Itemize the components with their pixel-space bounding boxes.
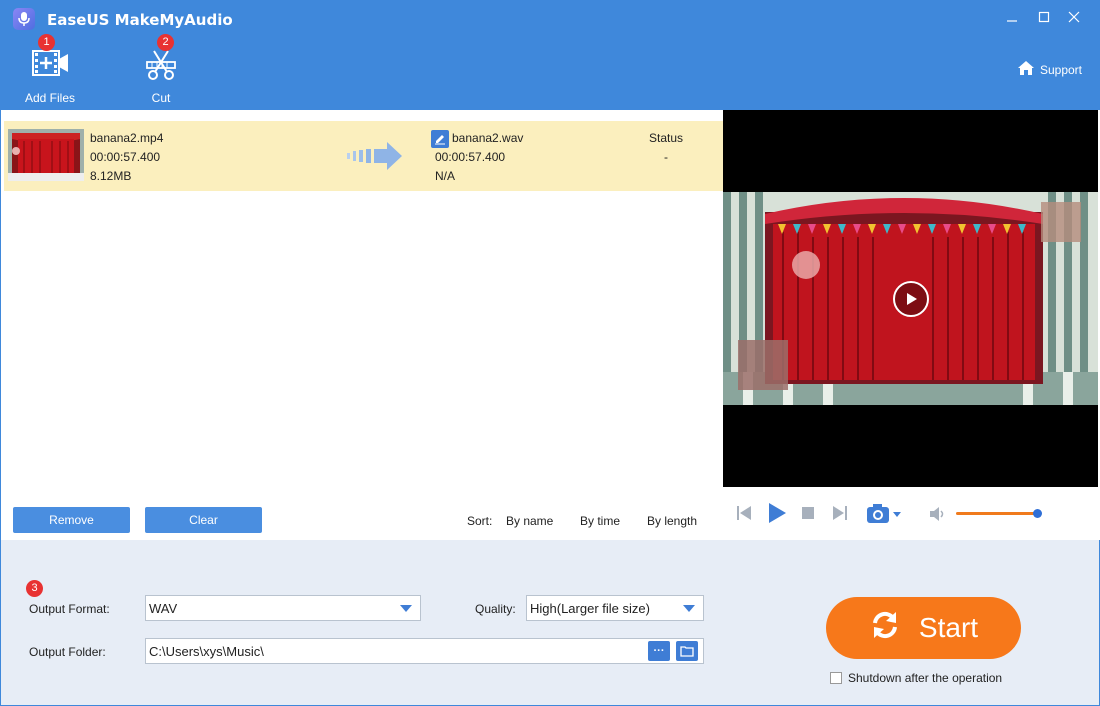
source-size: 8.12MB xyxy=(90,169,132,183)
browse-more-button[interactable]: ··· xyxy=(648,641,670,661)
source-file-info: banana2.mp4 00:00:57.400 8.12MB xyxy=(90,129,163,186)
sort-by-length[interactable]: By length xyxy=(647,514,697,528)
skip-forward-icon[interactable] xyxy=(832,504,848,525)
convert-arrow-icon xyxy=(347,141,403,174)
output-format-dropdown[interactable]: WAV xyxy=(145,595,421,621)
chevron-down-icon xyxy=(683,605,695,612)
close-icon[interactable] xyxy=(1060,4,1088,30)
play-overlay-button[interactable] xyxy=(893,281,929,317)
app-logo-icon xyxy=(13,8,35,30)
output-folder-field[interactable]: C:\Users\xys\Music\ ··· xyxy=(145,638,704,664)
rename-edit-icon[interactable] xyxy=(431,129,449,148)
sort-by-name[interactable]: By name xyxy=(506,514,553,528)
status-header: Status xyxy=(648,131,684,145)
volume-slider-handle[interactable] xyxy=(1033,509,1042,518)
refresh-icon xyxy=(869,609,901,648)
shutdown-option: Shutdown after the operation xyxy=(830,671,1002,685)
skip-back-icon[interactable] xyxy=(736,504,752,525)
quality-value: High(Larger file size) xyxy=(530,600,650,616)
output-file-info: banana2.wav 00:00:57.400 N/A xyxy=(431,129,524,186)
step-badge: 3 xyxy=(26,580,43,597)
volume-icon[interactable] xyxy=(929,506,947,525)
start-button[interactable]: Start xyxy=(826,597,1021,659)
video-thumbnail xyxy=(8,129,84,181)
chevron-down-icon xyxy=(400,605,412,612)
output-folder-value: C:\Users\xys\Music\ xyxy=(149,643,264,659)
file-list: banana2.mp4 00:00:57.400 8.12MB banana2.… xyxy=(0,110,723,540)
cut-button[interactable]: 2 Cut xyxy=(116,34,206,110)
output-format-label: Output Format: xyxy=(29,602,110,616)
step-badge: 1 xyxy=(38,34,55,51)
app-title: EaseUS MakeMyAudio xyxy=(47,11,233,29)
add-files-button[interactable]: 1 Add Files xyxy=(5,34,95,110)
shutdown-label: Shutdown after the operation xyxy=(848,671,1003,685)
output-duration: 00:00:57.400 xyxy=(435,150,506,164)
file-list-item[interactable]: banana2.mp4 00:00:57.400 8.12MB banana2.… xyxy=(4,121,723,191)
settings-panel: 3 Output Format: WAV Quality: High(Large… xyxy=(0,540,1100,706)
sort-label: Sort: xyxy=(467,514,493,528)
start-label: Start xyxy=(918,612,979,643)
output-size: N/A xyxy=(435,169,456,183)
shutdown-checkbox[interactable] xyxy=(830,672,842,684)
status-column: Status - xyxy=(636,129,696,167)
stop-icon[interactable] xyxy=(802,507,814,522)
output-folder-label: Output Folder: xyxy=(29,645,106,659)
maximize-icon[interactable] xyxy=(1030,4,1058,30)
support-label: Support xyxy=(1039,62,1082,77)
cut-label: Cut xyxy=(151,91,171,105)
video-preview xyxy=(723,110,1098,487)
player-controls xyxy=(723,487,1098,540)
quality-label: Quality: xyxy=(475,602,516,616)
sort-by-time[interactable]: By time xyxy=(580,514,620,528)
home-icon xyxy=(1017,60,1035,79)
open-folder-icon[interactable] xyxy=(676,641,698,661)
play-icon[interactable] xyxy=(767,502,787,527)
quality-dropdown[interactable]: High(Larger file size) xyxy=(526,595,704,621)
support-link[interactable]: Support xyxy=(1017,60,1082,79)
minimize-icon[interactable] xyxy=(998,4,1026,30)
remove-button[interactable]: Remove xyxy=(13,507,130,533)
output-file-name: banana2.wav xyxy=(452,131,524,145)
step-badge: 2 xyxy=(157,34,174,51)
scissors-icon xyxy=(143,48,179,83)
clear-button[interactable]: Clear xyxy=(145,507,262,533)
snapshot-camera-icon[interactable] xyxy=(866,503,904,528)
source-duration: 00:00:57.400 xyxy=(90,150,161,164)
add-file-icon xyxy=(30,48,70,81)
output-format-value: WAV xyxy=(149,600,178,616)
source-file-name: banana2.mp4 xyxy=(90,131,164,145)
volume-slider[interactable] xyxy=(956,512,1038,515)
status-value: - xyxy=(664,150,668,164)
title-bar: EaseUS MakeMyAudio 1 Add Files 2 Cut Sup… xyxy=(0,0,1100,110)
add-files-label: Add Files xyxy=(24,91,76,105)
